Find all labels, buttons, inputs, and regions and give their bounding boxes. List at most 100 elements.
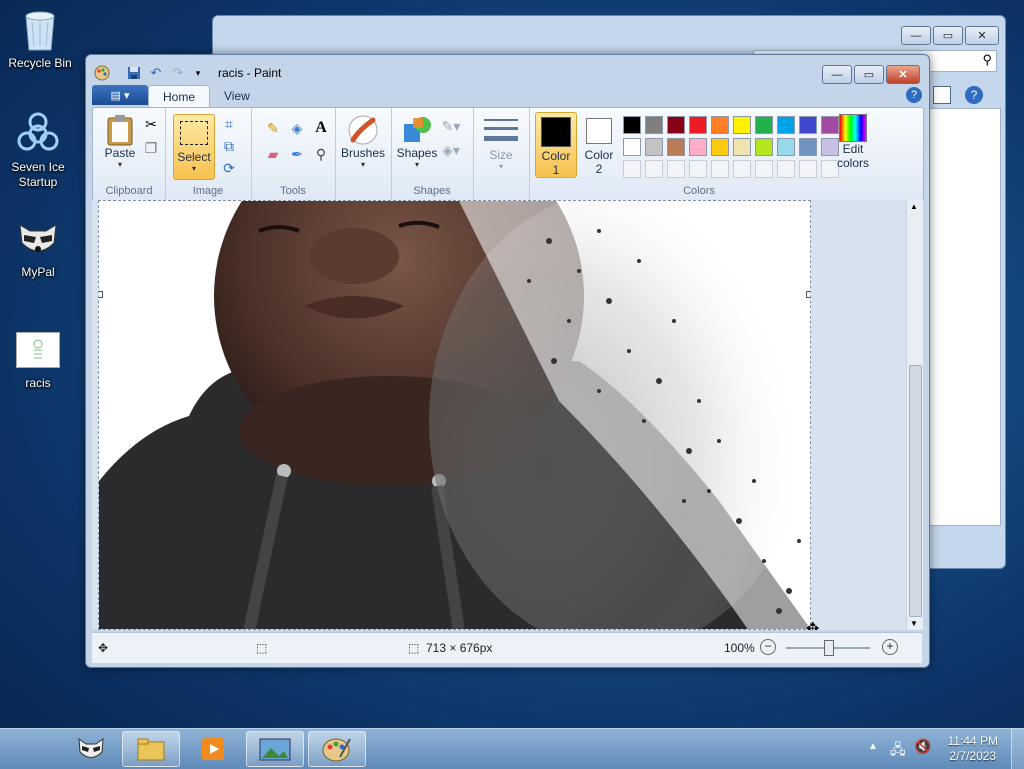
rotate-icon[interactable]: ⟳ (219, 158, 239, 178)
zoom-in-button[interactable]: + (882, 639, 898, 655)
dropdown-arrow-icon: ▾ (360, 160, 365, 169)
size-button[interactable]: Size ▾ (479, 116, 523, 171)
customize-toolbar-icon[interactable]: ▾ (190, 65, 206, 81)
palette-color-swatch[interactable] (755, 160, 773, 178)
palette-color-swatch[interactable] (623, 138, 641, 156)
minimize-button[interactable]: — (822, 65, 852, 84)
title-bar[interactable]: ↶ ↷ ▾ racis - Paint — ▭ ✕ (86, 55, 929, 85)
preview-pane-icon[interactable] (933, 86, 951, 104)
help-icon[interactable]: ? (906, 87, 922, 103)
eraser-icon[interactable]: ▰ (263, 144, 283, 164)
palette-color-swatch[interactable] (733, 116, 751, 134)
taskbar-explorer[interactable] (122, 731, 180, 767)
select-button[interactable]: Select ▾ (173, 114, 215, 180)
palette-color-swatch[interactable] (777, 160, 795, 178)
paint-menu-button[interactable]: ▤ ▾ (92, 85, 148, 105)
palette-color-swatch[interactable] (689, 116, 707, 134)
copy-icon[interactable]: ❐ (141, 138, 161, 158)
vertical-scrollbar[interactable]: ▲ ▼ (906, 200, 923, 630)
volume-muted-icon[interactable]: 🔇 (914, 738, 931, 755)
canvas-area[interactable]: ✥ (92, 200, 912, 630)
clock-date: 2/7/2023 (949, 749, 997, 763)
zoom-slider-thumb[interactable] (824, 640, 834, 656)
close-button[interactable]: ✕ (965, 26, 999, 45)
save-icon[interactable] (126, 65, 142, 81)
paint-app-icon[interactable] (94, 65, 110, 81)
maximize-button[interactable]: ▭ (854, 65, 884, 84)
clock[interactable]: 11:44 PM 2/7/2023 (948, 734, 998, 764)
scroll-up-icon[interactable]: ▲ (910, 202, 918, 211)
resize-handle[interactable] (99, 291, 103, 298)
resize-icon[interactable]: ⧉ (219, 136, 239, 156)
close-button[interactable]: ✕ (886, 65, 920, 84)
palette-color-swatch[interactable] (777, 138, 795, 156)
palette-color-swatch[interactable] (645, 160, 663, 178)
palette-color-swatch[interactable] (689, 160, 707, 178)
palette-color-swatch[interactable] (623, 116, 641, 134)
brushes-group: Brushes ▾ (335, 108, 392, 200)
fill-shape-icon[interactable]: ◈▾ (441, 140, 461, 160)
palette-color-swatch[interactable] (711, 138, 729, 156)
image-canvas[interactable] (98, 200, 811, 630)
desktop-icon-racis[interactable]: racis (0, 328, 78, 391)
taskbar-photo-viewer[interactable] (246, 731, 304, 767)
palette-color-swatch[interactable] (733, 160, 751, 178)
fill-icon[interactable]: ◈ (287, 118, 307, 138)
edit-colors-button[interactable]: Edit colors (833, 114, 873, 170)
magnifier-icon[interactable]: ⚲ (311, 144, 331, 164)
show-desktop-button[interactable] (1011, 729, 1024, 769)
cut-icon[interactable]: ✂ (141, 114, 161, 134)
color-picker-icon[interactable]: ✒ (287, 144, 307, 164)
shapes-button[interactable]: Shapes ▾ (395, 114, 439, 169)
network-icon[interactable]: 🖧 (890, 739, 906, 763)
minimize-button[interactable]: — (901, 26, 931, 45)
palette-color-swatch[interactable] (755, 138, 773, 156)
taskbar-mypal[interactable] (62, 731, 120, 767)
zoom-out-button[interactable]: − (760, 639, 776, 655)
desktop-icon-seven-ice[interactable]: Seven Ice Startup (0, 112, 78, 190)
help-icon[interactable]: ? (965, 86, 983, 104)
palette-color-swatch[interactable] (711, 160, 729, 178)
tab-view[interactable]: View (210, 85, 264, 106)
tab-home[interactable]: Home (148, 85, 211, 107)
palette-color-swatch[interactable] (645, 138, 663, 156)
desktop-icon-label: Recycle Bin (8, 56, 72, 70)
palette-color-swatch[interactable] (799, 160, 817, 178)
text-icon[interactable]: A (311, 118, 331, 138)
desktop-icon-recycle-bin[interactable]: Recycle Bin (0, 8, 80, 71)
show-hidden-icons-button[interactable]: ▲ (868, 741, 878, 752)
crop-icon[interactable]: ⌗ (219, 114, 239, 134)
palette-color-swatch[interactable] (667, 160, 685, 178)
explorer-content-pane (929, 108, 1001, 526)
palette-color-swatch[interactable] (711, 116, 729, 134)
palette-color-swatch[interactable] (689, 138, 707, 156)
desktop-icon-mypal[interactable]: MyPal (0, 217, 78, 280)
color1-number: 1 (552, 163, 560, 177)
palette-color-swatch[interactable] (667, 116, 685, 134)
color2-button[interactable]: Color 2 (579, 112, 619, 176)
palette-color-swatch[interactable] (645, 116, 663, 134)
palette-color-swatch[interactable] (755, 116, 773, 134)
tools-group-label: Tools (280, 185, 306, 197)
scroll-down-icon[interactable]: ▼ (910, 619, 918, 628)
maximize-button[interactable]: ▭ (933, 26, 963, 45)
pencil-icon[interactable]: ✎ (263, 118, 283, 138)
palette-color-swatch[interactable] (777, 116, 795, 134)
resize-handle[interactable] (806, 291, 810, 298)
scrollbar-thumb[interactable] (909, 365, 922, 617)
palette-color-swatch[interactable] (799, 138, 817, 156)
brushes-button[interactable]: Brushes ▾ (341, 114, 385, 169)
palette-color-swatch[interactable] (733, 138, 751, 156)
undo-icon[interactable]: ↶ (148, 65, 164, 81)
palette-color-swatch[interactable] (799, 116, 817, 134)
outline-icon[interactable]: ✎▾ (441, 116, 461, 136)
redo-icon[interactable]: ↷ (170, 65, 186, 81)
palette-color-swatch[interactable] (667, 138, 685, 156)
palette-color-swatch[interactable] (623, 160, 641, 178)
taskbar-media-player[interactable] (184, 731, 242, 767)
taskbar-paint[interactable] (308, 731, 366, 767)
paste-button[interactable]: Paste ▾ (101, 114, 139, 169)
clock-time: 11:44 PM (947, 734, 998, 748)
paint-window[interactable]: ↶ ↷ ▾ racis - Paint — ▭ ✕ ▤ ▾ Home View … (85, 54, 930, 668)
color1-button[interactable]: Color 1 (535, 112, 577, 178)
